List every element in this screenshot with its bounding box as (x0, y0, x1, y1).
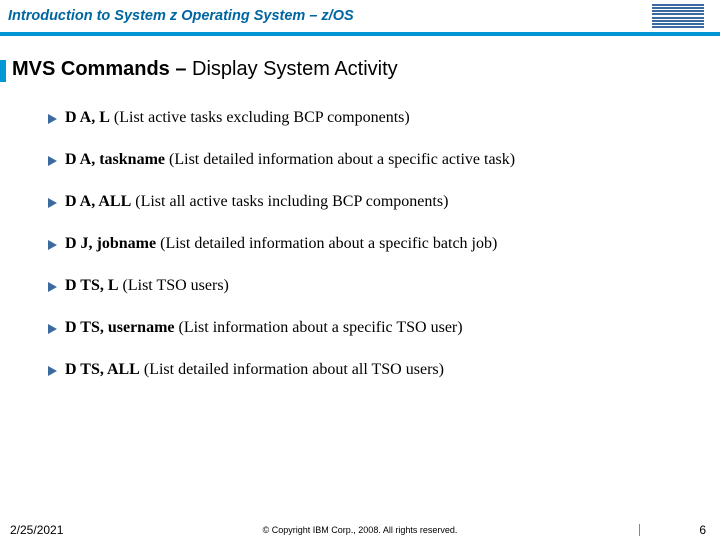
list-item: D TS, ALL (List detailed information abo… (48, 361, 720, 379)
title-normal: Display System Activity (192, 58, 398, 80)
bullet-text: D A, L (List active tasks excluding BCP … (65, 109, 410, 127)
bullet-text: D TS, L (List TSO users) (65, 277, 229, 295)
page-title: MVS Commands – Display System Activity (0, 58, 720, 81)
footer-separator (639, 524, 640, 536)
description-text: (List all active tasks including BCP com… (131, 193, 448, 210)
header-title: Introduction to System z Operating Syste… (8, 8, 652, 24)
description-text: (List detailed information about a speci… (165, 151, 515, 168)
arrow-icon (48, 156, 57, 166)
bullet-text: D A, ALL (List all active tasks includin… (65, 193, 448, 211)
description-text: (List TSO users) (119, 277, 229, 294)
bullet-text: D J, jobname (List detailed information … (65, 235, 497, 253)
bullet-list: D A, L (List active tasks excluding BCP … (48, 109, 720, 379)
list-item: D TS, username (List information about a… (48, 319, 720, 337)
ibm-logo-icon (652, 4, 704, 28)
arrow-icon (48, 282, 57, 292)
description-text: (List information about a specific TSO u… (175, 319, 463, 336)
arrow-icon (48, 366, 57, 376)
bullet-text: D TS, username (List information about a… (65, 319, 463, 337)
footer-page-number: 6 (699, 523, 706, 537)
command-text: D TS, username (65, 319, 175, 336)
command-text: D TS, ALL (65, 361, 140, 378)
arrow-icon (48, 114, 57, 124)
title-bold: MVS Commands – (12, 58, 192, 80)
arrow-icon (48, 324, 57, 334)
command-text: D TS, L (65, 277, 119, 294)
description-text: (List detailed information about a speci… (156, 235, 497, 252)
command-text: D A, ALL (65, 193, 131, 210)
list-item: D TS, L (List TSO users) (48, 277, 720, 295)
list-item: D A, ALL (List all active tasks includin… (48, 193, 720, 211)
list-item: D A, taskname (List detailed information… (48, 151, 720, 169)
bullet-text: D TS, ALL (List detailed information abo… (65, 361, 444, 379)
list-item: D J, jobname (List detailed information … (48, 235, 720, 253)
bullet-text: D A, taskname (List detailed information… (65, 151, 515, 169)
description-text: (List detailed information about all TSO… (140, 361, 444, 378)
slide-header: Introduction to System z Operating Syste… (0, 0, 720, 36)
command-text: D A, L (65, 109, 110, 126)
list-item: D A, L (List active tasks excluding BCP … (48, 109, 720, 127)
footer-copyright: © Copyright IBM Corp., 2008. All rights … (263, 525, 458, 535)
arrow-icon (48, 198, 57, 208)
command-text: D A, taskname (65, 151, 165, 168)
command-text: D J, jobname (65, 235, 156, 252)
footer-date: 2/25/2021 (10, 523, 63, 537)
description-text: (List active tasks excluding BCP compone… (110, 109, 410, 126)
arrow-icon (48, 240, 57, 250)
